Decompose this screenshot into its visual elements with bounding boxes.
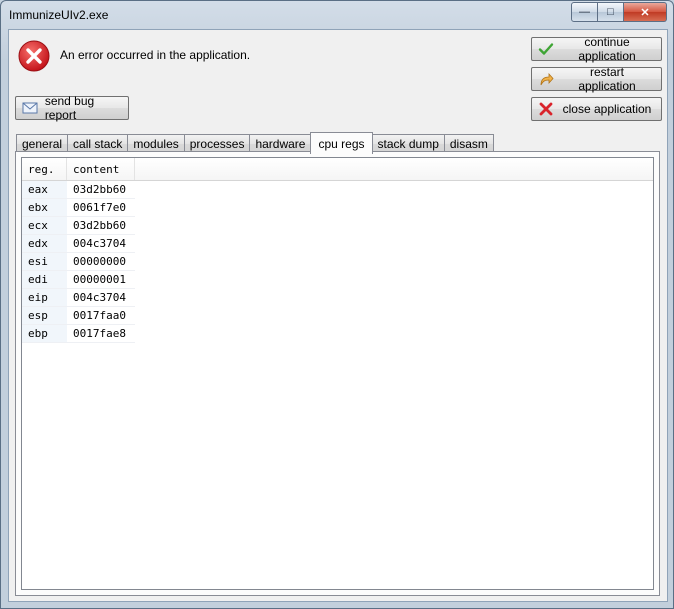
dialog-client-area: An error occurred in the application. co…	[8, 29, 668, 602]
column-header-content[interactable]: content	[67, 158, 135, 180]
register-name: ebp	[22, 325, 67, 343]
table-row[interactable]: edx 004c3704	[22, 235, 653, 253]
title-bar[interactable]: ImmunizeUIv2.exe — □ ✕	[1, 1, 673, 29]
close-application-button[interactable]: close application	[531, 97, 662, 121]
register-value: 004c3704	[67, 235, 135, 253]
window-controls: — □ ✕	[571, 2, 667, 22]
register-value: 0017faa0	[67, 307, 135, 325]
register-name: esp	[22, 307, 67, 325]
error-message: An error occurred in the application.	[60, 48, 251, 62]
window-title: ImmunizeUIv2.exe	[9, 8, 109, 22]
register-name: esi	[22, 253, 67, 271]
tab-panel: reg. content eax 03d2bb60 ebx 0061f7e0 e…	[15, 151, 660, 596]
table-row[interactable]: esi 00000000	[22, 253, 653, 271]
register-name: eax	[22, 181, 67, 199]
send-bug-report-label: send bug report	[44, 94, 95, 122]
table-row[interactable]: ebx 0061f7e0	[22, 199, 653, 217]
minimize-button[interactable]: —	[571, 2, 598, 22]
close-application-label: close application	[562, 102, 652, 116]
red-x-icon	[537, 100, 555, 118]
send-bug-report-button[interactable]: send bug report	[15, 94, 129, 122]
restart-application-button[interactable]: restart application	[531, 65, 662, 93]
register-name: edx	[22, 235, 67, 253]
register-name: ecx	[22, 217, 67, 235]
maximize-button[interactable]: □	[598, 2, 624, 22]
table-row[interactable]: ecx 03d2bb60	[22, 217, 653, 235]
table-row[interactable]: eip 004c3704	[22, 289, 653, 307]
register-name: edi	[22, 271, 67, 289]
registers-list[interactable]: reg. content eax 03d2bb60 ebx 0061f7e0 e…	[21, 157, 654, 590]
register-name: ebx	[22, 199, 67, 217]
app-window: ImmunizeUIv2.exe — □ ✕ An error occurred…	[0, 0, 674, 609]
tab-strip: general call stack modules processes har…	[16, 131, 494, 154]
table-row[interactable]: ebp 0017fae8	[22, 325, 653, 343]
table-row[interactable]: esp 0017faa0	[22, 307, 653, 325]
continue-application-label: continue application	[578, 35, 636, 63]
column-header-reg[interactable]: reg.	[22, 158, 67, 180]
register-value: 00000000	[67, 253, 135, 271]
restart-arrow-icon	[537, 70, 555, 88]
register-value: 00000001	[67, 271, 135, 289]
register-value: 03d2bb60	[67, 181, 135, 199]
close-window-button[interactable]: ✕	[624, 2, 667, 22]
register-value: 03d2bb60	[67, 217, 135, 235]
mail-icon	[21, 99, 39, 117]
tab-cpu-regs[interactable]: cpu regs	[310, 132, 373, 154]
error-icon	[18, 40, 50, 72]
table-row[interactable]: edi 00000001	[22, 271, 653, 289]
table-row[interactable]: eax 03d2bb60	[22, 181, 653, 199]
list-header: reg. content	[22, 158, 653, 181]
register-value: 0017fae8	[67, 325, 135, 343]
restart-application-label: restart application	[578, 65, 636, 93]
register-name: eip	[22, 289, 67, 307]
register-value: 004c3704	[67, 289, 135, 307]
checkmark-icon	[537, 40, 555, 58]
continue-application-button[interactable]: continue application	[531, 35, 662, 63]
register-value: 0061f7e0	[67, 199, 135, 217]
